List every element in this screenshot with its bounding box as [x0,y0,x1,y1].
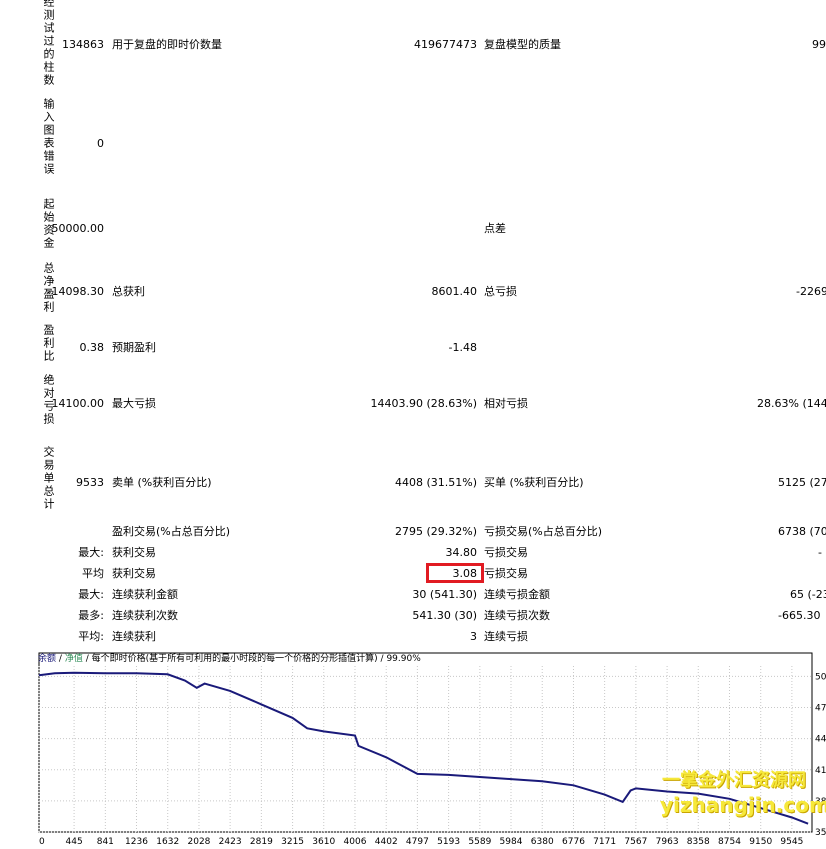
watermark-cn: 一掌金外汇资源网 [662,770,806,791]
y-tick-label: 35 [815,828,826,838]
largest-profit-label: 获利交易 [112,546,156,559]
x-tick-label: 841 [97,837,114,846]
x-tick-label: 4797 [406,837,429,846]
avg-consec-losses-label: 连续亏损 [484,630,528,643]
x-tick-label: 5193 [437,837,460,846]
profit-trades-label: 盈利交易(%占总百分比) [112,525,231,538]
x-tick-label: 5589 [468,837,491,846]
gross-profit-value: 8601.40 [431,285,478,298]
avg-consec-wins-label: 连续获利 [112,630,156,643]
y-tick-label: 41 [815,766,826,776]
initial-deposit-label: 起始资金 [42,198,55,250]
x-tick-label: 1632 [156,837,179,846]
chart-header: 余额 / 净值 / 每个即时价格(基于所有可利用的最小时段的每一个价格的分形插值… [38,654,421,665]
short-positions-label: 卖单 (%获利百分比) [112,476,212,489]
average-profit-label: 获利交易 [112,567,156,580]
x-tick-label: 2423 [219,837,242,846]
expected-payoff-label: 预期盈利 [112,341,156,354]
short-positions-value: 4408 (31.51%) [394,476,477,489]
x-tick-label: 8754 [718,837,741,846]
chart-quality: 99.90% [386,654,421,664]
total-trades-label: 交易单总计 [42,446,55,511]
chart-errors-label: 输入图表错误 [42,98,55,176]
spread-label: 点差 [484,222,506,235]
long-positions-label: 买单 (%获利百分比) [484,476,584,489]
x-tick-label: 7567 [624,837,647,846]
largest-loss-value: - [818,546,822,559]
average-prefix: 平均 [82,567,104,580]
legend-balance: 余额 [38,654,57,664]
bars-tested-value: 134863 [62,38,104,51]
quality-value: 99 [812,38,826,51]
loss-trades-label: 亏损交易(%占总百分比) [484,525,603,538]
gross-loss-value: -2269 [796,285,826,298]
chart-description: 每个即时价格(基于所有可利用的最小时段的每一个价格的分形插值计算) [91,654,378,664]
ticks-value: 419677473 [414,38,477,51]
x-tick-label: 4402 [375,837,398,846]
profit-trades-value: 2795 (29.32%) [394,525,477,538]
x-tick-label: 5984 [500,837,523,846]
average-loss-label: 亏损交易 [484,567,528,580]
expected-payoff-value: -1.48 [448,341,477,354]
largest-profit-value: 34.80 [445,546,478,559]
x-tick-label: 4006 [344,837,367,846]
abs-drawdown-value: 14100.00 [51,397,105,410]
bars-tested-label: 经测试过的柱数 [42,0,55,87]
x-tick-label: 445 [66,837,83,846]
x-tick-label: 0 [39,837,45,846]
chart-errors-value: 0 [97,137,104,150]
gross-profit-label: 总获利 [112,285,145,298]
max-drawdown-value: 14403.90 (28.63%) [370,397,477,410]
max-consec-wins-value: 30 (541.30) [412,588,477,601]
max-consec-losses-value: 65 (-23 [790,588,826,601]
profit-factor-label: 盈利比 [42,324,55,363]
x-tick-label: 8358 [687,837,710,846]
initial-deposit-value: 50000.00 [51,222,105,235]
ticks-label: 用于复盘的即时价数量 [112,38,222,51]
net-profit-value: -14098.30 [47,285,104,298]
max-drawdown-label: 最大亏损 [112,397,156,410]
x-tick-label: 9545 [780,837,803,846]
max-consec-wins-label: 连续获利金额 [112,588,178,601]
watermark-url: yizhangjin.com [660,793,826,817]
legend-separator: / [85,654,89,664]
x-tick-label: 7963 [656,837,679,846]
gross-loss-label: 总亏损 [484,285,517,298]
x-tick-label: 3610 [312,837,335,846]
profit-factor-value: 0.38 [79,341,105,354]
x-tick-label: 1236 [125,837,148,846]
avg-prefix: 平均: [78,630,104,643]
x-tick-label: 3215 [281,837,304,846]
abs-drawdown-label: 绝对亏损 [42,374,55,426]
x-tick-label: 6380 [531,837,554,846]
legend-separator: / [380,654,384,664]
max-consec-loss-value: -665.30 [778,609,821,622]
y-tick-label: 50 [815,672,826,682]
largest-prefix: 最大: [78,546,104,559]
legend-equity: 净值 [64,654,83,664]
max-consec-profit-value: 541.30 (30) [412,609,477,622]
y-tick-label: 44 [815,735,826,745]
avg-consec-wins-value: 3 [470,630,477,643]
x-tick-label: 6776 [562,837,585,846]
x-tick-label: 2819 [250,837,273,846]
most-prefix: 最多: [78,609,104,622]
max-consec-losses-label: 连续亏损金额 [484,588,550,601]
x-tick-label: 2028 [188,837,211,846]
max-consec-profit-label: 连续获利次数 [112,609,178,622]
x-tick-label: 7171 [593,837,616,846]
loss-trades-value: 6738 (70.6 [778,525,826,538]
rel-drawdown-label: 相对亏损 [484,397,528,410]
y-tick-label: 47 [815,704,826,714]
max-consec-loss-label: 连续亏损次数 [484,609,550,622]
long-positions-value: 5125 (27.4 [778,476,826,489]
x-tick-label: 9150 [749,837,772,846]
quality-label: 复盘模型的质量 [484,38,561,51]
largest-loss-label: 亏损交易 [484,546,528,559]
rel-drawdown-value: 28.63% (1440 [757,397,826,410]
highlight-box [426,563,484,583]
legend-separator: / [58,654,62,664]
max-prefix: 最大: [78,588,104,601]
total-trades-value: 9533 [76,476,104,489]
